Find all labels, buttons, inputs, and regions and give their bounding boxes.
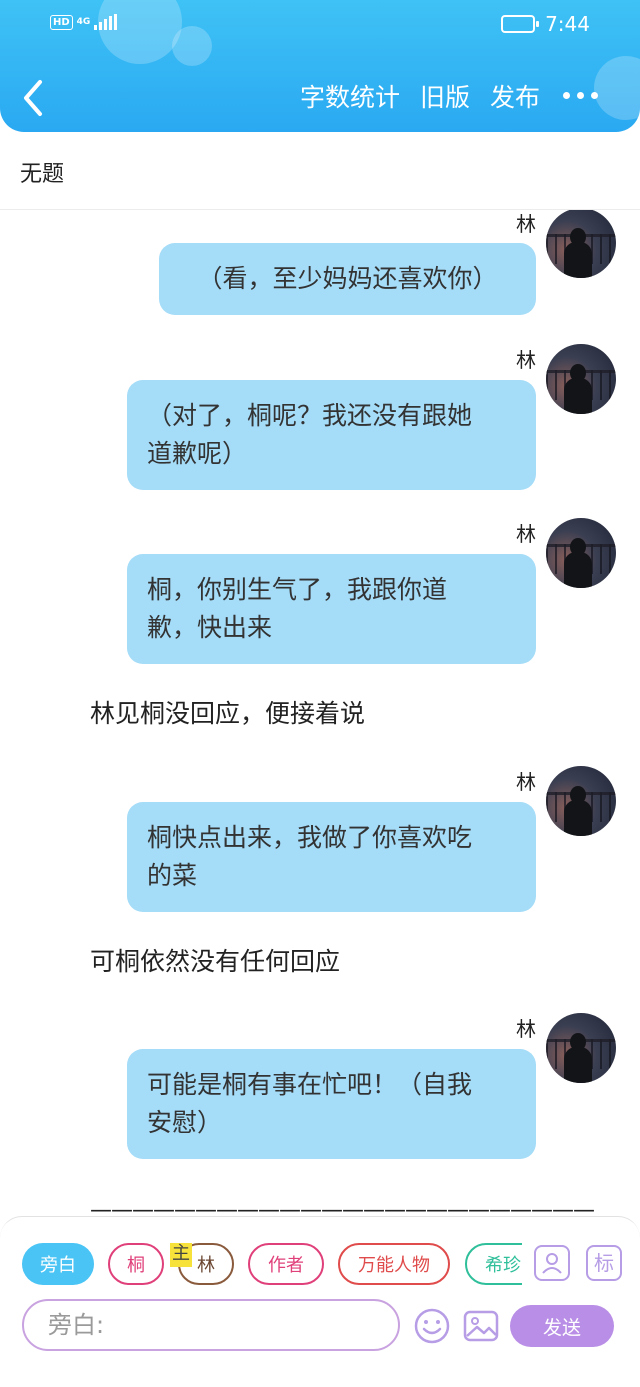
- word-count-button[interactable]: 字数统计: [300, 78, 400, 118]
- network-type: 4G: [76, 16, 91, 27]
- send-button-label: 发送: [542, 1316, 581, 1339]
- role-chip-tong[interactable]: 桐: [108, 1243, 164, 1285]
- speaker-name: 林: [516, 212, 536, 236]
- main-role-tag: 主: [170, 1243, 192, 1267]
- message-text: 歉，快出来: [147, 613, 273, 642]
- story-title: 无题: [20, 162, 65, 187]
- avatar[interactable]: [546, 766, 616, 836]
- narration-text[interactable]: 可桐依然没有任何回应: [90, 942, 340, 978]
- person-card-icon[interactable]: [534, 1245, 570, 1281]
- send-button[interactable]: 发送: [510, 1305, 614, 1347]
- message-bubble[interactable]: 桐，你别生气了，我跟你道 歉，快出来: [127, 554, 536, 664]
- chevron-left-icon: [24, 80, 42, 116]
- decor-bubble: [594, 56, 640, 120]
- status-right: 7:44: [501, 12, 590, 36]
- tag-icon[interactable]: 标: [586, 1245, 622, 1281]
- role-chip-label: 作者: [268, 1255, 304, 1276]
- message-text: 桐，你别生气了，我跟你道: [147, 575, 448, 604]
- signal-icon: [94, 14, 118, 30]
- back-button[interactable]: [18, 76, 54, 120]
- role-chip-narrator[interactable]: 旁白: [22, 1243, 94, 1285]
- header-actions: 字数统计 旧版 发布: [300, 78, 540, 118]
- story-title-row[interactable]: 无题: [0, 132, 640, 210]
- speaker-name: 林: [516, 770, 536, 794]
- battery-icon: [501, 15, 540, 33]
- avatar[interactable]: [546, 344, 616, 414]
- top-app-bar: HD 4G 7:44 字数统计 旧版 发布: [0, 0, 640, 132]
- publish-button[interactable]: 发布: [490, 78, 540, 118]
- message-text: 的菜: [147, 861, 198, 890]
- hd-badge: HD: [50, 14, 73, 30]
- speaker-name: 林: [516, 522, 536, 546]
- message-text: （看，至少妈妈还喜欢你）: [197, 264, 498, 293]
- message-bubble[interactable]: 桐快点出来，我做了你喜欢吃 的菜: [127, 802, 536, 912]
- message-text: 道歉呢）: [147, 439, 248, 468]
- message-text: 安慰）: [147, 1108, 223, 1137]
- role-chip-label: 希珍: [485, 1255, 521, 1276]
- role-chip-label: 旁白: [40, 1255, 76, 1276]
- role-chip-label: 万能人物: [358, 1255, 430, 1276]
- message-bubble[interactable]: （看，至少妈妈还喜欢你）: [159, 243, 536, 315]
- emoji-icon[interactable]: [413, 1307, 451, 1345]
- avatar[interactable]: [546, 1013, 616, 1083]
- old-version-button[interactable]: 旧版: [420, 78, 470, 118]
- status-bar: HD 4G 7:44: [0, 10, 640, 40]
- person-card-glyph: [542, 1253, 562, 1274]
- message-text: （对了，桐呢？我还没有跟她: [147, 401, 473, 430]
- message-bubble[interactable]: 可能是桐有事在忙吧！（自我 安慰）: [127, 1049, 536, 1159]
- message-input-wrapper: [22, 1299, 400, 1351]
- role-chip-label: 林: [197, 1255, 215, 1276]
- more-dots-icon[interactable]: [563, 92, 598, 99]
- message-text: 桐快点出来，我做了你喜欢吃: [147, 823, 473, 852]
- speaker-name: 林: [516, 1017, 536, 1041]
- chat-area[interactable]: 林 （看，至少妈妈还喜欢你） 林 （对了，桐呢？我还没有跟她 道歉呢） 林 桐，…: [0, 210, 640, 1216]
- tag-icon-label: 标: [594, 1251, 614, 1275]
- narration-text[interactable]: 林见桐没回应，便接着说: [90, 694, 365, 730]
- message-bubble[interactable]: （对了，桐呢？我还没有跟她 道歉呢）: [127, 380, 536, 490]
- role-chip-universal[interactable]: 万能人物: [338, 1243, 450, 1285]
- avatar[interactable]: [546, 518, 616, 588]
- clock: 7:44: [545, 12, 590, 36]
- narration-divider[interactable]: ————————————————————————: [90, 1198, 595, 1216]
- role-chip-author[interactable]: 作者: [248, 1243, 324, 1285]
- image-icon[interactable]: [462, 1307, 500, 1345]
- message-input[interactable]: [48, 1301, 378, 1349]
- composer-panel: 旁白 桐 林 主 作者 万能人物 希珍 标 旁白: 发送: [0, 1216, 640, 1387]
- message-text: 可能是桐有事在忙吧！（自我: [147, 1070, 473, 1099]
- role-chip-label: 桐: [127, 1255, 145, 1276]
- avatar[interactable]: [546, 210, 616, 278]
- status-left: HD 4G: [50, 14, 118, 30]
- role-selector: 旁白 桐 林 主 作者 万能人物 希珍: [22, 1243, 522, 1287]
- speaker-name: 林: [516, 348, 536, 372]
- role-chip-xizhen[interactable]: 希珍: [465, 1243, 522, 1285]
